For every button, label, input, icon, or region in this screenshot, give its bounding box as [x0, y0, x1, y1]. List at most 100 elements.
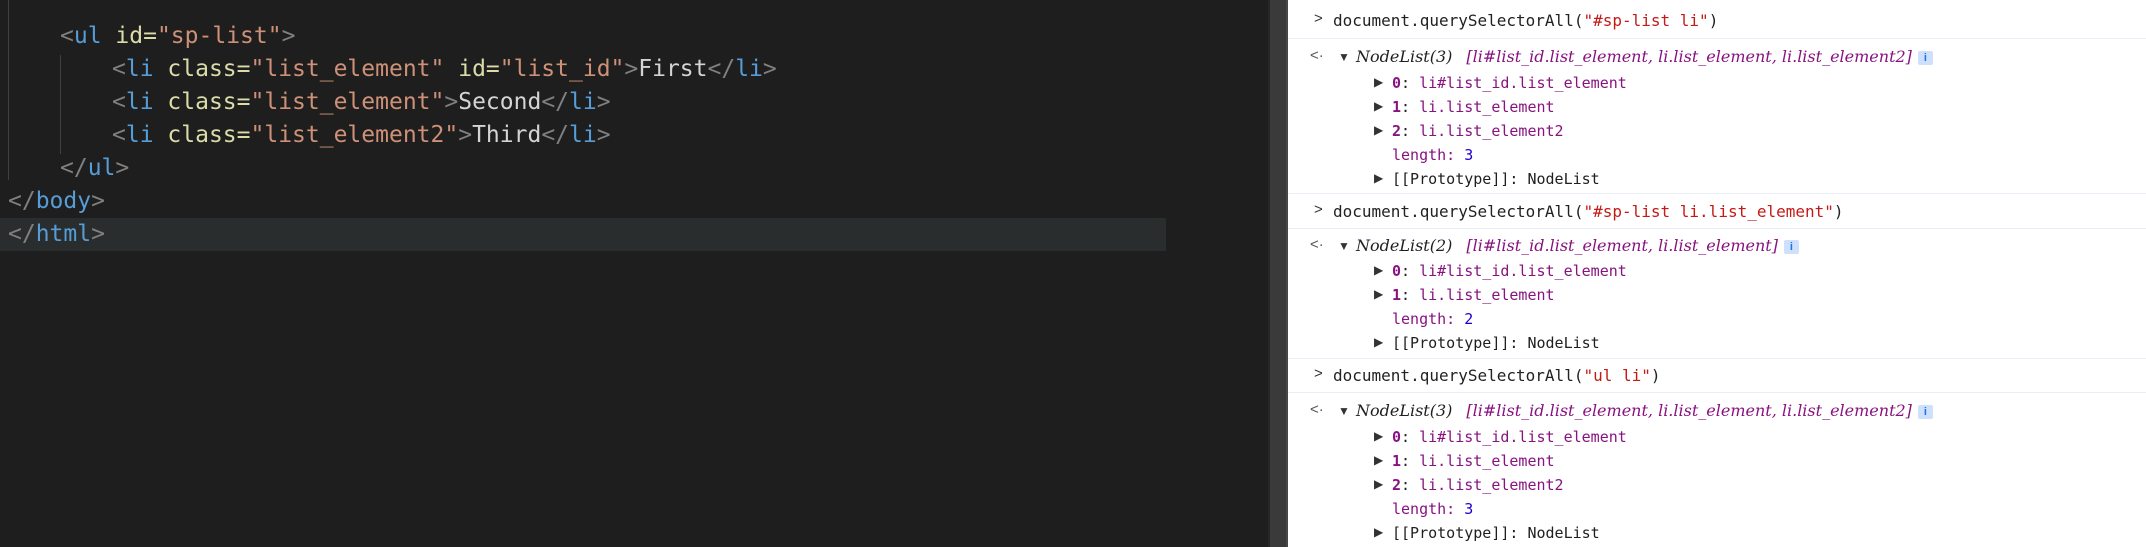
code-editor[interactable]: <ul id="sp-list"> <li class="list_elemen… — [0, 0, 1268, 547]
triangle-expand-icon[interactable]: ▶ — [1374, 123, 1383, 137]
code-token: > — [444, 89, 459, 115]
code-line-li-first: <li class="list_element" id="list_id">Fi… — [112, 53, 777, 86]
code-token: > — [458, 122, 473, 148]
child-entry: 0: li#list_id.list_element — [1392, 262, 1627, 280]
nodelist-child[interactable]: ▶ 1: li.list_element — [1288, 96, 2146, 118]
code-line-ul-open: <ul id="sp-list"> — [60, 20, 295, 53]
nodelist-prototype[interactable]: ▶ [[Prototype]]: NodeList — [1288, 522, 2146, 544]
console-separator — [1288, 228, 2146, 229]
child-entry: 0: li#list_id.list_element — [1392, 74, 1627, 92]
code-token: > — [596, 122, 611, 148]
return-arrow-icon: <· — [1310, 236, 1324, 253]
triangle-expand-icon[interactable]: ▼ — [1338, 404, 1350, 418]
code-token: < — [112, 89, 126, 115]
nodelist-prototype[interactable]: ▶ [[Prototype]]: NodeList — [1288, 332, 2146, 354]
triangle-expand-icon[interactable]: ▶ — [1374, 263, 1383, 277]
console-input-row[interactable]: > document.querySelectorAll("#sp-list li… — [1288, 196, 2146, 226]
length-entry: length: 3 — [1392, 146, 1474, 164]
chevron-right-icon: > — [1314, 10, 1323, 27]
nodelist-child[interactable]: ▶ 2: li.list_element2 — [1288, 120, 2146, 142]
code-token: li — [569, 122, 597, 148]
child-entry: 0: li#list_id.list_element — [1392, 428, 1627, 446]
console-command[interactable]: document.querySelectorAll("ul li") — [1333, 366, 1661, 385]
triangle-expand-icon[interactable]: ▶ — [1374, 99, 1383, 113]
chevron-right-icon: > — [1314, 365, 1323, 382]
code-token: li — [569, 89, 597, 115]
nodelist-summary[interactable]: NodeList(3) [li#list_id.list_element, li.… — [1356, 401, 1933, 420]
code-token: > — [762, 56, 777, 82]
triangle-expand-icon[interactable]: ▼ — [1338, 239, 1350, 253]
console-separator — [1288, 38, 2146, 39]
code-line-li-second: <li class="list_element">Second</li> — [112, 86, 611, 119]
nodelist-length: length: 3 — [1288, 498, 2146, 520]
code-token: li — [125, 56, 154, 82]
triangle-expand-icon[interactable]: ▶ — [1374, 75, 1383, 89]
code-token: </ — [541, 122, 570, 148]
nodelist-prototype[interactable]: ▶ [[Prototype]]: NodeList — [1288, 168, 2146, 190]
triangle-expand-icon[interactable]: ▶ — [1374, 429, 1383, 443]
nodelist-summary[interactable]: NodeList(2) [li#list_id.list_element, li.… — [1356, 236, 1799, 255]
code-token: "list_element2" — [250, 122, 459, 148]
child-entry: 1: li.list_element — [1392, 286, 1555, 304]
nodelist-length: length: 2 — [1288, 308, 2146, 330]
nodelist-child[interactable]: ▶ 1: li.list_element — [1288, 284, 2146, 306]
code-token: body — [35, 188, 92, 214]
code-token: </ — [8, 188, 36, 214]
console-input-row[interactable]: > document.querySelectorAll("ul li") — [1288, 360, 2146, 390]
console-command[interactable]: document.querySelectorAll("#sp-list li") — [1333, 11, 1718, 30]
code-token: id= — [444, 56, 500, 82]
console-result-row[interactable]: <· ▼ NodeList(3) [li#list_id.list_element… — [1288, 44, 2146, 68]
console-result-row[interactable]: <· ▼ NodeList(3) [li#list_id.list_element… — [1288, 398, 2146, 422]
triangle-expand-icon[interactable]: ▶ — [1374, 171, 1383, 185]
code-token: html — [35, 221, 92, 247]
code-line-body-close: </body> — [8, 185, 105, 218]
devtools-console[interactable]: > document.querySelectorAll("#sp-list li… — [1288, 0, 2146, 547]
code-token: < — [60, 23, 74, 49]
nodelist-child[interactable]: ▶ 1: li.list_element — [1288, 450, 2146, 472]
nodelist-child[interactable]: ▶ 0: li#list_id.list_element — [1288, 426, 2146, 448]
nodelist-child[interactable]: ▶ 2: li.list_element2 — [1288, 474, 2146, 496]
code-token: > — [624, 56, 639, 82]
child-entry: 1: li.list_element — [1392, 98, 1555, 116]
info-icon[interactable]: i — [1783, 240, 1799, 254]
child-entry: 2: li.list_element2 — [1392, 476, 1564, 494]
code-token: "sp-list" — [156, 23, 282, 49]
info-icon[interactable]: i — [1917, 51, 1933, 65]
code-token: class= — [153, 122, 251, 148]
console-result-row[interactable]: <· ▼ NodeList(2) [li#list_id.list_element… — [1288, 233, 2146, 257]
code-token: "list_element" — [250, 89, 445, 115]
child-entry: 1: li.list_element — [1392, 452, 1555, 470]
chevron-right-icon: > — [1314, 201, 1323, 218]
nodelist-child[interactable]: ▶ 0: li#list_id.list_element — [1288, 260, 2146, 282]
editor-scrollbar-thumb[interactable] — [1270, 0, 1286, 547]
code-token: < — [112, 56, 126, 82]
console-command[interactable]: document.querySelectorAll("#sp-list li.l… — [1333, 202, 1844, 221]
triangle-expand-icon[interactable]: ▶ — [1374, 477, 1383, 491]
triangle-expand-icon[interactable]: ▶ — [1374, 525, 1383, 539]
nodelist-child[interactable]: ▶ 0: li#list_id.list_element — [1288, 72, 2146, 94]
code-token: ul — [87, 155, 116, 181]
code-token: </ — [541, 89, 570, 115]
code-token: > — [281, 23, 296, 49]
return-arrow-icon: <· — [1310, 47, 1324, 64]
console-input-row[interactable]: > document.querySelectorAll("#sp-list li… — [1288, 0, 2146, 36]
code-token: </ — [8, 221, 36, 247]
child-entry: 2: li.list_element2 — [1392, 122, 1564, 140]
triangle-expand-icon[interactable]: ▼ — [1338, 50, 1350, 64]
code-token: Third — [472, 122, 542, 148]
code-token: "list_element" — [250, 56, 445, 82]
code-token: First — [638, 56, 708, 82]
code-line-html-close: </html> — [8, 218, 105, 251]
console-separator — [1288, 193, 2146, 194]
indent-guide — [8, 0, 9, 180]
triangle-expand-icon[interactable]: ▶ — [1374, 287, 1383, 301]
triangle-expand-icon[interactable]: ▶ — [1374, 335, 1383, 349]
code-token: </ — [60, 155, 88, 181]
triangle-expand-icon[interactable]: ▶ — [1374, 453, 1383, 467]
code-token: ul — [73, 23, 102, 49]
prototype-entry: [[Prototype]]: NodeList — [1392, 170, 1600, 188]
code-token: li — [735, 56, 763, 82]
prototype-entry: [[Prototype]]: NodeList — [1392, 524, 1600, 542]
nodelist-summary[interactable]: NodeList(3) [li#list_id.list_element, li.… — [1356, 47, 1933, 66]
info-icon[interactable]: i — [1917, 405, 1933, 419]
